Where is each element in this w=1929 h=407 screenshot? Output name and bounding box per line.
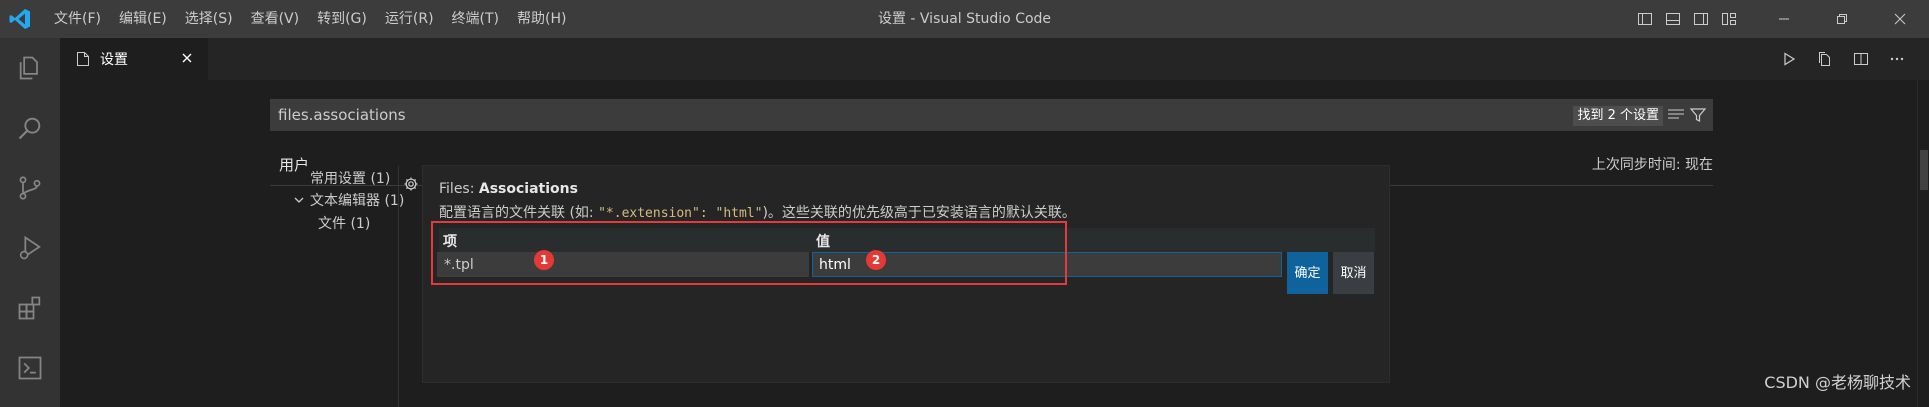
run-icon[interactable] [1777, 47, 1801, 71]
search-result-count: 找到 2 个设置 [1573, 106, 1663, 126]
sync-status: 上次同步时间: 现在 [1591, 157, 1713, 173]
watermark: CSDN @老杨聊技术 [1764, 373, 1911, 392]
open-settings-json-icon[interactable] [1813, 47, 1837, 71]
setting-title: Files: Associations [439, 181, 578, 197]
menu-file[interactable]: 文件(F) [54, 0, 110, 38]
editor-actions [1765, 47, 1909, 71]
remote-explorer-icon[interactable] [0, 338, 60, 398]
more-actions-icon[interactable] [1885, 47, 1909, 71]
table-header-row [439, 228, 1375, 252]
menu-run[interactable]: 运行(R) [376, 0, 443, 38]
item-input[interactable] [437, 252, 809, 277]
explorer-icon[interactable] [0, 38, 60, 98]
close-icon[interactable] [178, 49, 196, 67]
desc-suffix: )。这些关联的优先级高于已安装语言的默认关联。 [762, 205, 1076, 221]
scrollbar-thumb[interactable] [1920, 150, 1928, 190]
source-control-icon[interactable] [0, 158, 60, 218]
vscode-logo-icon [9, 9, 30, 29]
column-header-value: 值 [816, 234, 830, 250]
restore-icon[interactable] [1813, 0, 1871, 38]
settings-search: 找到 2 个设置 [270, 99, 1713, 131]
annotation-badge-2: 2 [866, 250, 886, 270]
toggle-primary-sidebar-icon[interactable] [1633, 7, 1657, 31]
tab-label: 设置 [100, 52, 128, 68]
title-bar: 文件(F) 编辑(E) 选择(S) 查看(V) 转到(G) 运行(R) 终端(T… [0, 0, 1929, 38]
annotation-badge-1: 1 [534, 250, 554, 270]
toc-item-text-editor[interactable]: 文本编辑器 (1) [310, 190, 404, 210]
toc-item-files[interactable]: 文件 (1) [318, 213, 370, 233]
title-bar-controls [1631, 0, 1929, 38]
column-header-item: 项 [443, 234, 457, 250]
filter-icon[interactable] [1689, 106, 1707, 124]
settings-editor: 找到 2 个设置 用户 上次同步时间: 现在 常用设置 (1) 文本编辑器 (1… [60, 80, 1929, 407]
toggle-secondary-sidebar-icon[interactable] [1689, 7, 1713, 31]
search-input[interactable] [278, 99, 1278, 131]
split-editor-icon[interactable] [1849, 47, 1873, 71]
menu-view[interactable]: 查看(V) [242, 0, 309, 38]
search-icon[interactable] [0, 98, 60, 158]
close-window-icon[interactable] [1871, 0, 1929, 38]
desc-prefix: 配置语言的文件关联 (如: [439, 205, 599, 221]
menu-terminal[interactable]: 终端(T) [443, 0, 508, 38]
clear-filter-icon[interactable] [1667, 107, 1685, 123]
activity-bar [0, 38, 60, 407]
setting-files-associations: Files: Associations 配置语言的文件关联 (如: "*.ext… [422, 165, 1390, 383]
menu-help[interactable]: 帮助(H) [508, 0, 575, 38]
chevron-down-icon[interactable] [292, 193, 306, 207]
menu-bar: 文件(F) 编辑(E) 选择(S) 查看(V) 转到(G) 运行(R) 终端(T… [54, 0, 575, 38]
toggle-panel-icon[interactable] [1661, 7, 1685, 31]
toc-item-commonly-used[interactable]: 常用设置 (1) [310, 168, 390, 188]
desc-code: "*.extension": "html" [598, 206, 763, 221]
gear-icon[interactable] [403, 176, 419, 192]
setting-category: Files: [439, 181, 479, 197]
ok-button[interactable]: 确定 [1287, 252, 1328, 294]
vertical-scrollbar[interactable] [1917, 80, 1929, 407]
file-icon [77, 52, 89, 66]
menu-selection[interactable]: 选择(S) [176, 0, 242, 38]
cancel-button[interactable]: 取消 [1333, 252, 1374, 294]
customize-layout-icon[interactable] [1717, 7, 1741, 31]
extensions-icon[interactable] [0, 278, 60, 338]
setting-description: 配置语言的文件关联 (如: "*.extension": "html")。这些关… [439, 202, 1076, 222]
toc-divider [398, 166, 399, 407]
menu-edit[interactable]: 编辑(E) [110, 0, 176, 38]
tab-bar: 设置 [60, 38, 1929, 80]
menu-go[interactable]: 转到(G) [308, 0, 376, 38]
tab-settings[interactable]: 设置 [60, 38, 208, 80]
setting-name: Associations [478, 181, 578, 197]
run-debug-icon[interactable] [0, 218, 60, 278]
minimize-icon[interactable] [1755, 0, 1813, 38]
